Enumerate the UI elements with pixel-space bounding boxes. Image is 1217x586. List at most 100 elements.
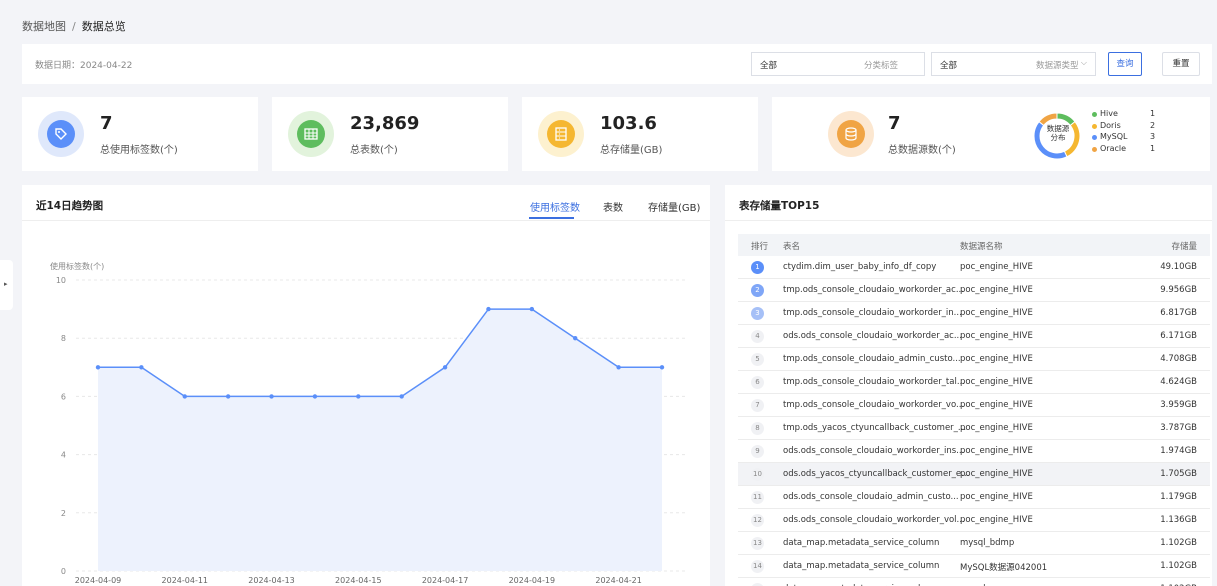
table-row[interactable]: 8 tmp.ods_yacos_ctyuncallback_customer_..… <box>738 417 1210 440</box>
stat-label: 总存储量(GB) <box>600 145 663 156</box>
category-tag-select[interactable]: 全部 分类标签 <box>751 52 925 76</box>
legend-dot <box>1092 123 1097 129</box>
table-row[interactable]: 4 ods.ods_console_cloudaio_workorder_ac..… <box>738 325 1210 348</box>
col-storage: 存储量 <box>1171 242 1197 252</box>
stat-card-datasources: 7 总数据源数(个) 数据源分布 Hive 1 Doris 2 MySQL 3 Oracle… <box>772 97 1210 171</box>
legend-count: 1 <box>1150 109 1156 118</box>
rank-badge: 10 <box>751 468 764 481</box>
storage-value: 6.171GB <box>1160 331 1197 341</box>
table-name: tmp.ods_yacos_ctyuncallback_customer_... <box>783 423 967 433</box>
storage-value: 4.624GB <box>1160 377 1197 387</box>
table-name: ods.ods_console_cloudaio_workorder_ins..… <box>783 446 965 456</box>
legend-item: Hive 1 <box>1092 109 1172 121</box>
table-name: ods.ods_console_cloudaio_workorder_ac... <box>783 331 962 341</box>
data-point <box>312 394 318 399</box>
rank-badge: 8 <box>751 422 764 435</box>
data-point <box>139 365 144 370</box>
datasource-name: poc_engine_HIVE <box>960 285 1033 295</box>
stat-card-storage: 103.6 总存储量(GB) <box>522 97 758 171</box>
rank-badge: 5 <box>751 353 764 366</box>
data-date-label: 数据日期：2024-04-22 <box>35 61 133 71</box>
breadcrumb-parent[interactable]: 数据地图 <box>22 20 66 33</box>
x-tick-label: 2024-04-15 <box>335 576 382 585</box>
table-row[interactable]: 12 ods.ods_console_cloudaio_workorder_vol… <box>738 509 1210 532</box>
data-point <box>95 365 101 370</box>
datasource-name: poc_engine_HIVE <box>960 469 1033 479</box>
top15-title: 表存储量TOP15 <box>739 200 820 212</box>
rank-badge: 11 <box>751 491 764 504</box>
table-name: ods.ods_yacos_ctyuncallback_customer_e..… <box>783 469 970 479</box>
stat-label: 总使用标签数(个) <box>100 145 178 156</box>
data-point <box>616 365 621 370</box>
table-row[interactable]: 10 ods.ods_yacos_ctyuncallback_customer_e… <box>738 463 1210 486</box>
area-fill <box>98 309 662 571</box>
table-row[interactable]: 13 data_map.metadata_service_column mysql_… <box>738 532 1210 555</box>
stat-label: 总表数(个) <box>350 145 398 156</box>
datasource-name: poc_engine_HIVE <box>960 446 1033 456</box>
datasource-name: poc_engine_HIVE <box>960 492 1033 502</box>
datasource-name: poc_engine_HIVE <box>960 354 1033 364</box>
active-tab-indicator <box>529 217 574 219</box>
rank-badge: 7 <box>751 399 764 412</box>
table-row[interactable]: 7 tmp.ods_console_cloudaio_workorder_vo..… <box>738 394 1210 417</box>
table-row[interactable]: 2 tmp.ods_console_cloudaio_workorder_ac..… <box>738 279 1210 302</box>
rank-badge: 12 <box>751 514 764 527</box>
data-point <box>486 306 491 312</box>
table-row[interactable]: 11 ods.ods_console_cloudaio_admin_custo..… <box>738 486 1210 509</box>
legend-dot <box>1092 146 1097 152</box>
table-row[interactable]: 3 tmp.ods_console_cloudaio_workorder_in..… <box>738 302 1210 325</box>
reset-button[interactable]: 重置 <box>1162 52 1200 76</box>
y-tick-label: 0 <box>61 567 66 576</box>
x-tick-label: 2024-04-19 <box>509 576 556 585</box>
donut-center-label: 数据源分布 <box>1046 124 1070 142</box>
table-row[interactable]: 15data_map.metadata_service_columnmysql1… <box>738 578 1210 586</box>
data-point <box>356 394 361 399</box>
legend-count: 3 <box>1150 132 1156 141</box>
legend-count: 2 <box>1150 120 1156 130</box>
category-tag-select-value: 全部 <box>760 61 778 71</box>
table-row[interactable]: 6 tmp.ods_console_cloudaio_workorder_tal.… <box>738 371 1210 394</box>
query-button[interactable]: 查询 <box>1108 52 1142 76</box>
sidebar-toggle[interactable]: ▸ <box>0 260 13 310</box>
table-row[interactable]: 14 data_map.metadata_service_column MySQL数… <box>738 555 1210 578</box>
legend-dot <box>1092 112 1097 117</box>
breadcrumb-current: 数据总览 <box>81 20 126 33</box>
table-row[interactable]: 1 ctydim.dim_user_baby_info_df_copy poc_en… <box>738 256 1210 279</box>
x-tick-label: 2024-04-13 <box>248 576 295 585</box>
tab-table-count[interactable]: 表数 <box>603 199 623 214</box>
x-tick-label: 2024-04-17 <box>422 576 469 585</box>
chevron-down-icon: ⌵ <box>1080 58 1087 67</box>
breadcrumb: 数据地图 / 数据总览 <box>22 18 126 34</box>
trend-panel: 近14日趋势图 使用标签数 表数 存储量(GB) 使用标签数(个) 0 2 4 6 8 10… <box>22 185 710 586</box>
y-axis-label: 使用标签数(个) <box>50 261 104 271</box>
table-header: 排行 表名 数据源名称 存储量 <box>738 234 1210 256</box>
table-name: tmp.ods_console_cloudaio_admin_custo... <box>783 354 961 364</box>
x-tick-label: 2024-04-21 <box>595 576 642 585</box>
datasource-name: poc_engine_HIVE <box>960 331 1033 341</box>
table-row[interactable]: 9 ods.ods_console_cloudaio_workorder_ins.… <box>738 440 1210 463</box>
x-tick-label: 2024-04-09 <box>75 576 122 585</box>
database-icon <box>828 111 874 157</box>
tab-storage[interactable]: 存储量(GB) <box>648 199 700 214</box>
stat-value: 7 <box>100 113 113 134</box>
rank-badge: 9 <box>751 445 764 458</box>
table-name: ctydim.dim_user_baby_info_df_copy <box>783 262 937 272</box>
legend-count: 1 <box>1150 143 1156 153</box>
storage-value: 1.136GB <box>1160 515 1197 525</box>
datasource-name: poc_engine_HIVE <box>960 377 1033 387</box>
datasource-legend: Hive 1 Doris 2 MySQL 3 Oracle 1 <box>1092 109 1172 155</box>
datasource-type-select[interactable]: 全部 数据源类型 ⌵ <box>931 52 1096 76</box>
category-tag-select-placeholder: 分类标签 <box>864 61 899 71</box>
table-name: ods.ods_console_cloudaio_admin_custo... <box>783 492 959 502</box>
stat-value: 7 <box>888 113 901 134</box>
col-table-name: 表名 <box>783 242 801 252</box>
table-row[interactable]: 5 tmp.ods_console_cloudaio_admin_custo...… <box>738 348 1210 371</box>
tab-tag-count[interactable]: 使用标签数 <box>530 199 580 214</box>
x-tick-label: 2024-04-11 <box>162 576 209 585</box>
stat-value: 23,869 <box>350 113 420 134</box>
data-point <box>573 336 578 341</box>
datasource-name: poc_engine_HIVE <box>960 423 1033 433</box>
datasource-name: MySQL数据源042001 <box>960 563 1048 573</box>
storage-value: 1.102GB <box>1160 561 1197 571</box>
datasource-name: poc_engine_HIVE <box>960 308 1033 318</box>
